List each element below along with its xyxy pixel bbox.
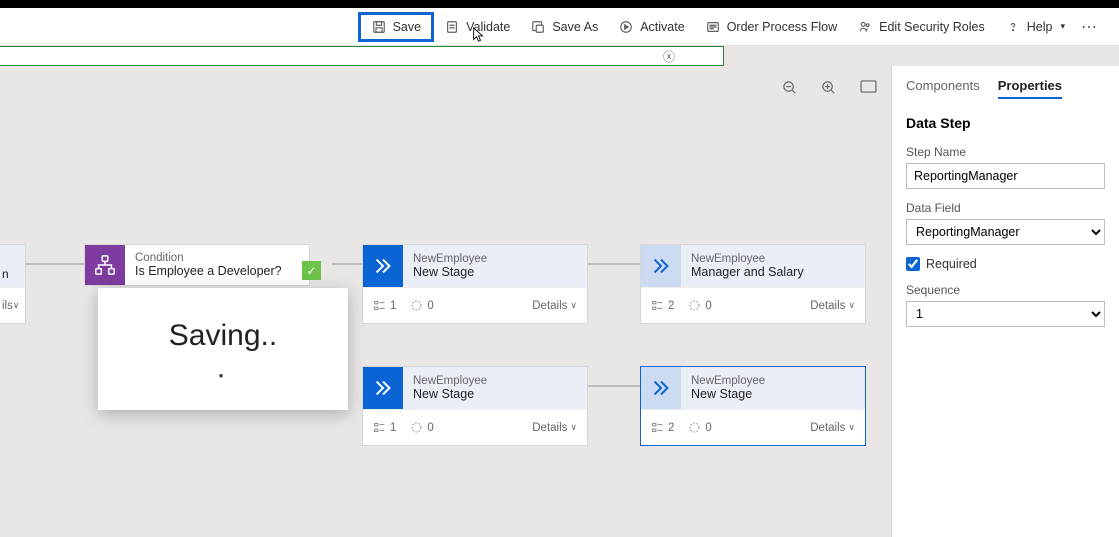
- activate-label: Activate: [640, 20, 684, 34]
- close-notification-icon[interactable]: ⓧ: [663, 48, 675, 65]
- zoom-controls: [782, 80, 877, 98]
- properties-panel: Components Properties Data Step Step Nam…: [891, 66, 1119, 537]
- chevron-down-icon: ∨: [848, 300, 855, 311]
- step-count: 2: [668, 300, 674, 312]
- edit-security-roles-button[interactable]: Edit Security Roles: [847, 12, 995, 42]
- field-count: 0: [705, 422, 711, 434]
- details-toggle[interactable]: Details∨: [810, 300, 855, 312]
- validate-icon: [444, 19, 460, 35]
- security-icon: [857, 19, 873, 35]
- loading-dots-icon: ●: [219, 371, 228, 380]
- stage-card[interactable]: NewEmployee New Stage 1 0 Details∨: [362, 244, 588, 324]
- sequence-label: Sequence: [906, 283, 1105, 297]
- save-icon: [371, 19, 387, 35]
- fit-to-screen-button[interactable]: [860, 80, 877, 98]
- stage-icon: [363, 245, 403, 287]
- stage-icon: [363, 367, 403, 409]
- details-label: ils: [2, 300, 13, 312]
- saving-dialog: Saving.. ●: [98, 288, 348, 410]
- chevron-down-icon: ∨: [570, 300, 577, 311]
- sequence-select[interactable]: 1: [906, 301, 1105, 327]
- required-checkbox[interactable]: [906, 257, 920, 271]
- condition-card[interactable]: Condition Is Employee a Developer? ✓: [84, 244, 310, 286]
- stage-entity: NewEmployee: [413, 375, 577, 387]
- saving-text: Saving..: [169, 319, 277, 353]
- field-count: 0: [427, 422, 433, 434]
- chevron-down-icon: ▾: [1060, 21, 1065, 32]
- stage-card[interactable]: NewEmployee New Stage 1 0 Details∨: [362, 366, 588, 446]
- condition-question: Is Employee a Developer?: [135, 264, 299, 278]
- field-count: 0: [427, 300, 433, 312]
- step-count: 2: [668, 422, 674, 434]
- stage-name: Manager and Salary: [691, 265, 855, 279]
- check-badge-icon: ✓: [302, 261, 321, 280]
- chevron-down-icon: ∨: [570, 422, 577, 433]
- condition-label: Condition: [135, 252, 299, 264]
- details-toggle[interactable]: Details∨: [532, 422, 577, 434]
- stage-entity: NewEmployee: [413, 253, 577, 265]
- field-count: 0: [705, 300, 711, 312]
- stage-name: New Stage: [413, 265, 577, 279]
- data-field-label: Data Field: [906, 201, 1105, 215]
- command-bar: Save Validate Save As Activate Order Pro…: [0, 8, 1119, 46]
- connector: [588, 385, 640, 387]
- details-label: Details: [532, 300, 567, 312]
- connector: [26, 263, 84, 265]
- details-label: Details: [810, 422, 845, 434]
- connector: [332, 263, 362, 265]
- details-label: Details: [532, 422, 567, 434]
- details-toggle[interactable]: Details∨: [810, 422, 855, 434]
- stage-card-partial[interactable]: n ils ∨: [0, 244, 26, 324]
- stage-name: New Stage: [691, 387, 855, 401]
- stage-name: New Stage: [413, 387, 577, 401]
- save-as-button[interactable]: Save As: [520, 12, 608, 42]
- validate-label: Validate: [466, 20, 510, 34]
- help-icon: [1005, 19, 1021, 35]
- tab-components[interactable]: Components: [906, 78, 980, 99]
- stage-entity: NewEmployee: [691, 375, 855, 387]
- stage-entity: NewEmployee: [691, 253, 855, 265]
- save-as-icon: [530, 19, 546, 35]
- step-count: 1: [390, 300, 396, 312]
- zoom-out-button[interactable]: [782, 80, 797, 98]
- chevron-down-icon: ∨: [848, 422, 855, 433]
- save-button[interactable]: Save: [358, 12, 435, 42]
- required-label: Required: [926, 257, 977, 271]
- step-count: 1: [390, 422, 396, 434]
- tab-properties[interactable]: Properties: [998, 78, 1062, 99]
- activate-icon: [618, 19, 634, 35]
- data-field-select[interactable]: ReportingManager: [906, 219, 1105, 245]
- step-name-label: Step Name: [906, 145, 1105, 159]
- chevron-down-icon: ∨: [13, 300, 20, 311]
- zoom-in-button[interactable]: [821, 80, 836, 98]
- activate-button[interactable]: Activate: [608, 12, 694, 42]
- stage-card-selected[interactable]: NewEmployee New Stage 2 0 Details∨: [640, 366, 866, 446]
- help-button[interactable]: Help ▾: [995, 12, 1075, 42]
- order-process-flow-button[interactable]: Order Process Flow: [695, 12, 847, 42]
- step-name-input[interactable]: [906, 163, 1105, 189]
- validate-button[interactable]: Validate: [434, 12, 520, 42]
- details-label: Details: [810, 300, 845, 312]
- flow-canvas[interactable]: n ils ∨ Condition Is Employee a Develope…: [0, 66, 891, 537]
- condition-icon: [85, 245, 125, 285]
- notification-bar: ⓧ: [0, 46, 724, 66]
- stage-card[interactable]: NewEmployee Manager and Salary 2 0 Detai…: [640, 244, 866, 324]
- order-label: Order Process Flow: [727, 20, 837, 34]
- more-button[interactable]: ⋯: [1075, 17, 1105, 37]
- stage-icon: [641, 367, 681, 409]
- help-label: Help: [1027, 20, 1053, 34]
- save-as-label: Save As: [552, 20, 598, 34]
- list-icon: [705, 19, 721, 35]
- connector: [588, 263, 640, 265]
- stage-name: n: [2, 267, 9, 281]
- stage-icon: [641, 245, 681, 287]
- save-label: Save: [393, 20, 422, 34]
- security-label: Edit Security Roles: [879, 20, 985, 34]
- details-toggle[interactable]: Details∨: [532, 300, 577, 312]
- section-title: Data Step: [906, 115, 1105, 131]
